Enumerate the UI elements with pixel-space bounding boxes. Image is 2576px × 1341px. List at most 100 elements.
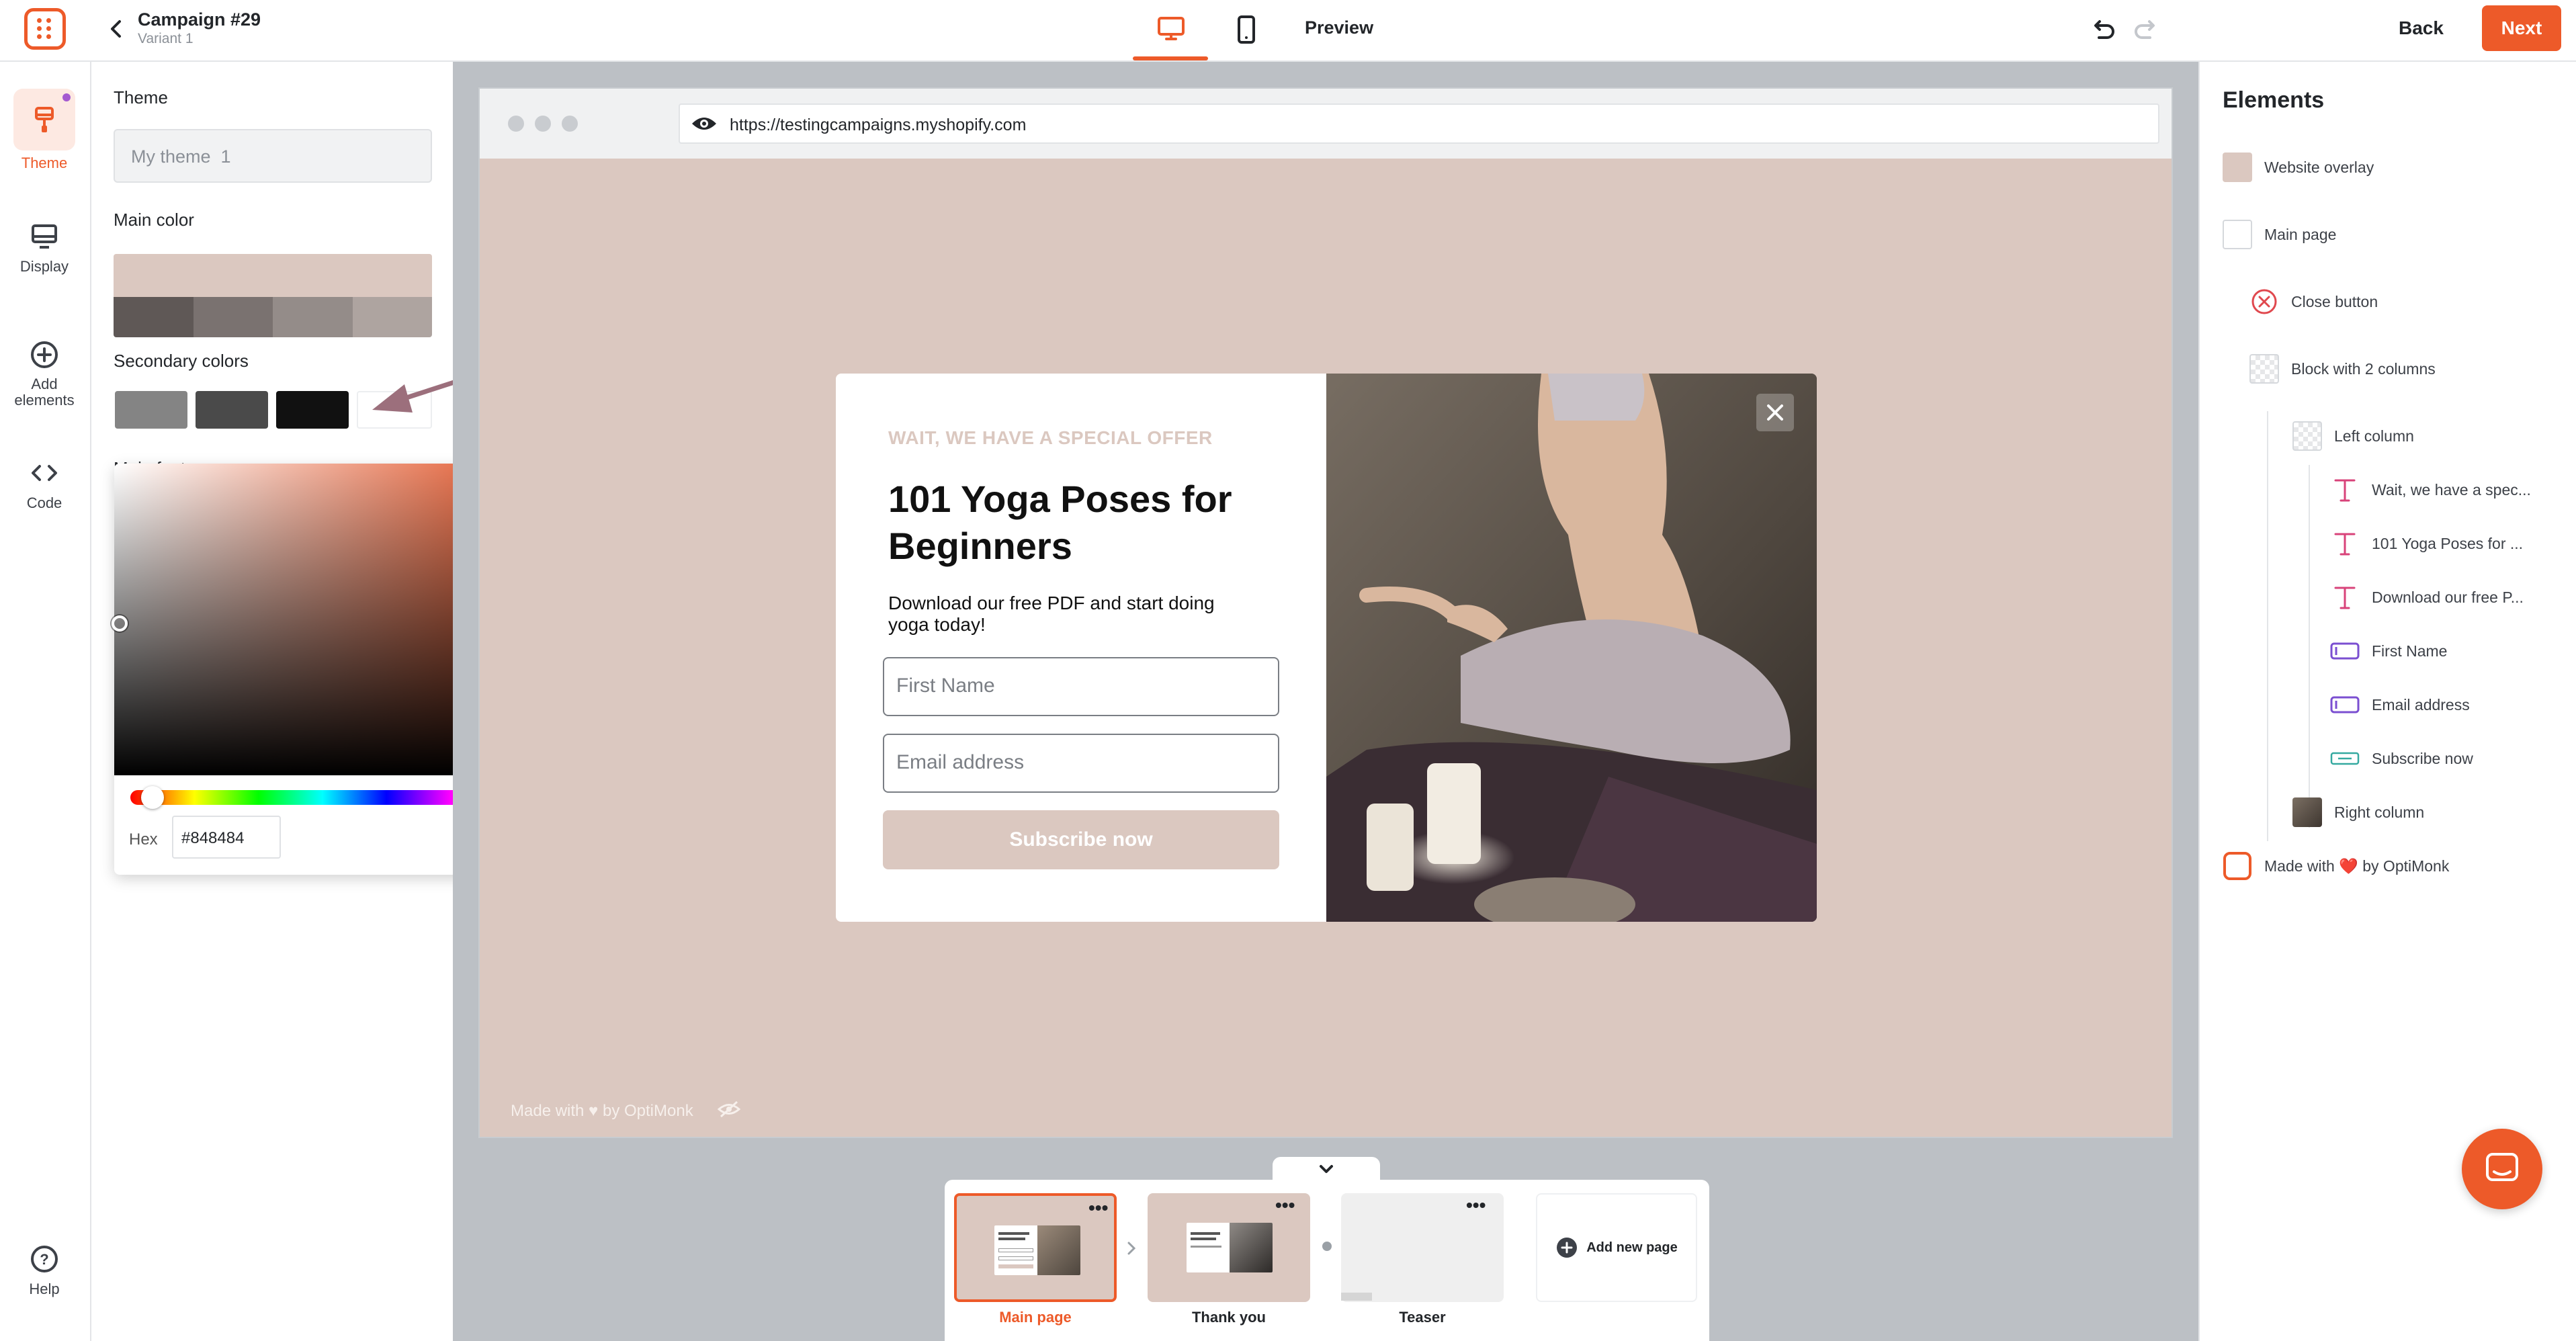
- element-row-block-2-columns[interactable]: Block with 2 columns: [2249, 352, 2436, 386]
- element-row-subscribe-button[interactable]: Subscribe now: [2330, 742, 2473, 775]
- more-icon[interactable]: •••: [1088, 1197, 1108, 1219]
- main-color-swatch[interactable]: [114, 254, 432, 297]
- plus-circle-icon: [30, 340, 59, 370]
- site-footer: Made with ♥ by OptiMonk: [480, 1083, 2172, 1137]
- eye-icon: [692, 118, 716, 130]
- color-square-icon: [2223, 153, 2252, 182]
- hue-handle[interactable]: [141, 786, 164, 809]
- theme-name-field[interactable]: My theme 1: [114, 129, 432, 183]
- shade-swatch[interactable]: [352, 297, 432, 337]
- secondary-colors-heading: Secondary colors: [114, 351, 249, 371]
- element-label: Website overlay: [2264, 158, 2374, 176]
- mobile-icon: [1238, 15, 1255, 44]
- mobile-view-button[interactable]: [1227, 0, 1267, 62]
- element-row-description-text[interactable]: Download our free P...: [2330, 580, 2524, 614]
- optimonk-logo-icon[interactable]: [24, 8, 66, 50]
- element-label: Subscribe now: [2372, 749, 2473, 767]
- element-label: Block with 2 columns: [2291, 359, 2436, 378]
- page-label-teaser: Teaser: [1399, 1309, 1446, 1326]
- close-button[interactable]: [1756, 394, 1794, 431]
- rail-item-add-elements[interactable]: Add elements: [0, 340, 89, 409]
- element-label: Made with ❤️ by OptiMonk: [2264, 857, 2450, 875]
- element-row-first-name[interactable]: First Name: [2330, 634, 2447, 668]
- rail-label-theme: Theme: [21, 155, 68, 171]
- image-icon: [2292, 797, 2322, 827]
- rail-label-display: Display: [19, 258, 69, 275]
- next-button[interactable]: Next: [2482, 5, 2561, 51]
- elements-heading: Elements: [2223, 87, 2325, 113]
- element-row-left-column[interactable]: Left column: [2292, 419, 2414, 453]
- secondary-color-2[interactable]: [196, 391, 268, 429]
- redo-icon[interactable]: [2131, 16, 2161, 46]
- rail-item-display[interactable]: Display: [0, 222, 89, 275]
- element-row-eyebrow-text[interactable]: Wait, we have a spec...: [2330, 473, 2531, 507]
- white-square-icon: [2223, 220, 2252, 249]
- first-name-input[interactable]: First Name: [883, 657, 1279, 716]
- notification-dot: [60, 91, 73, 103]
- shade-swatch[interactable]: [193, 297, 273, 337]
- thumb-preview: [1187, 1223, 1273, 1272]
- eye-slash-icon[interactable]: [718, 1100, 740, 1118]
- thumb-preview: [994, 1225, 1080, 1275]
- popup-description[interactable]: Download our free PDF and start doing yo…: [888, 593, 1238, 636]
- element-label: Email address: [2372, 695, 2470, 713]
- desktop-view-button[interactable]: [1133, 0, 1208, 62]
- page-thumb-thank-you[interactable]: •••: [1148, 1193, 1310, 1302]
- page-thumb-main[interactable]: •••: [954, 1193, 1117, 1302]
- browser-bar: https://testingcampaigns.myshopify.com: [480, 89, 2172, 159]
- back-arrow-icon[interactable]: [105, 17, 128, 40]
- checker-icon: [2292, 421, 2322, 451]
- help-icon: ?: [30, 1244, 59, 1274]
- separator-dot: [1322, 1242, 1332, 1251]
- back-button[interactable]: Back: [2399, 17, 2444, 39]
- element-row-headline-text[interactable]: 101 Yoga Poses for ...: [2330, 527, 2523, 560]
- next-button-label: Next: [2501, 17, 2542, 38]
- button-icon: [2330, 744, 2360, 773]
- hex-value: #848484: [181, 829, 245, 847]
- optimonk-logo-icon: [2223, 851, 2252, 881]
- hex-input[interactable]: #848484: [172, 816, 281, 859]
- rail-item-code[interactable]: Code: [0, 458, 89, 512]
- window-dot: [562, 116, 578, 132]
- element-row-email[interactable]: Email address: [2330, 688, 2470, 722]
- element-label: Left column: [2334, 427, 2414, 445]
- element-label: Close button: [2291, 292, 2378, 310]
- popup-eyebrow[interactable]: WAIT, WE HAVE A SPECIAL OFFER: [888, 427, 1213, 449]
- element-row-website-overlay[interactable]: Website overlay: [2223, 150, 2374, 184]
- page-thumb-teaser[interactable]: •••: [1341, 1193, 1504, 1302]
- add-new-page-label: Add new page: [1586, 1240, 1678, 1255]
- input-icon: [2330, 690, 2360, 720]
- saturation-handle[interactable]: [112, 615, 128, 632]
- email-input[interactable]: Email address: [883, 734, 1279, 793]
- chat-button[interactable]: [2462, 1129, 2542, 1209]
- yoga-image[interactable]: [1326, 374, 1817, 922]
- more-icon[interactable]: •••: [1466, 1195, 1486, 1216]
- element-label: Download our free P...: [2372, 588, 2524, 606]
- rail-label-code: Code: [26, 494, 62, 511]
- page-label-main: Main page: [999, 1309, 1072, 1326]
- checker-icon: [2249, 354, 2279, 384]
- chevron-right-icon: [1127, 1242, 1136, 1255]
- add-new-page-button[interactable]: Add new page: [1536, 1193, 1697, 1302]
- preview-button[interactable]: Preview: [1305, 17, 1373, 38]
- theme-name-value: My theme 1: [131, 146, 231, 167]
- secondary-color-1[interactable]: [115, 391, 187, 429]
- made-with-footer-text: Made with ♥ by OptiMonk: [511, 1102, 693, 1120]
- first-name-placeholder: First Name: [896, 675, 995, 697]
- collapse-pages-button[interactable]: [1273, 1157, 1380, 1182]
- popup-headline[interactable]: 101 Yoga Poses for Beginners: [888, 476, 1291, 570]
- element-row-made-with[interactable]: Made with ❤️ by OptiMonk: [2223, 849, 2449, 883]
- shade-swatch[interactable]: [114, 297, 194, 337]
- shade-swatch[interactable]: [273, 297, 353, 337]
- subscribe-button[interactable]: Subscribe now: [883, 810, 1279, 869]
- element-row-main-page[interactable]: Main page: [2223, 218, 2336, 251]
- url-bar[interactable]: https://testingcampaigns.myshopify.com: [679, 103, 2159, 144]
- rail-item-theme[interactable]: Theme: [0, 89, 89, 172]
- secondary-color-3[interactable]: [276, 391, 349, 429]
- element-row-close-button[interactable]: Close button: [2249, 285, 2378, 318]
- more-icon[interactable]: •••: [1275, 1195, 1295, 1216]
- undo-icon[interactable]: [2088, 16, 2118, 46]
- element-row-right-column[interactable]: Right column: [2292, 795, 2424, 829]
- rail-item-help[interactable]: ? Help: [0, 1244, 89, 1298]
- window-dot: [508, 116, 524, 132]
